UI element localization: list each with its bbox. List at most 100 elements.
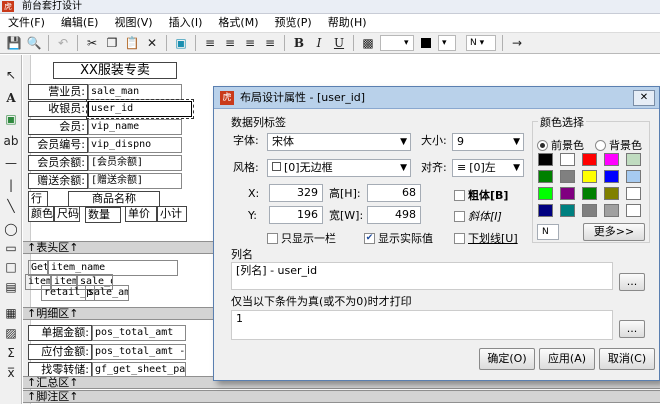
design-row-label[interactable]: 会员编号: (28, 137, 88, 153)
bold-icon[interactable]: B (289, 34, 309, 52)
only-one-column-checkbox[interactable]: 只显示一栏 (267, 230, 336, 246)
design-row-field[interactable]: [会员余额] (88, 155, 182, 171)
menu-view[interactable]: 视图(V) (106, 14, 160, 32)
color-swatch[interactable] (582, 187, 597, 200)
color-swatch[interactable] (626, 153, 641, 166)
ok-button[interactable]: 确定(O) (479, 348, 535, 370)
color-swatch[interactable] (604, 187, 619, 200)
hline-tool-icon[interactable]: — (2, 155, 20, 171)
color-swatch[interactable] (604, 204, 619, 217)
italic-checkbox[interactable]: 斜体[I] (454, 208, 502, 224)
color-swatch[interactable] (560, 170, 575, 183)
print-preview-icon[interactable]: 🔍 (24, 34, 44, 52)
pointer-tool-icon[interactable]: ↖ (2, 67, 20, 83)
design-col-price[interactable]: 单价 (125, 206, 157, 222)
total-field[interactable]: pos_total_amt - (92, 344, 186, 360)
undo-icon[interactable]: ↶ (53, 34, 73, 52)
dialog-titlebar[interactable]: 虎 布局设计属性 - [user_id] ✕ (214, 87, 659, 109)
align-select[interactable]: ≡ [0]左 ▼ (452, 159, 524, 177)
column-name-field[interactable]: [列名] - user_id (231, 262, 613, 290)
font-color-dropdown[interactable]: ▾ (438, 35, 456, 51)
compute-tool-icon[interactable]: x̅ (2, 365, 20, 381)
color-swatch[interactable] (582, 153, 597, 166)
rounded-rect-tool-icon[interactable]: ▭ (2, 240, 20, 256)
style-select[interactable]: [0]无边框 ▼ (267, 159, 411, 177)
color-swatch[interactable] (582, 204, 597, 217)
vline-tool-icon[interactable]: | (2, 177, 20, 193)
design-row-label[interactable]: 会员余额: (28, 155, 88, 171)
total-label[interactable]: 单据金额: (28, 325, 92, 341)
more-colors-button[interactable]: 更多>> (583, 223, 645, 241)
report-tool-icon[interactable]: ▨ (2, 325, 20, 341)
text-tool-icon[interactable]: A (2, 90, 20, 106)
copy-icon[interactable]: ❐ (102, 34, 122, 52)
sum-tool-icon[interactable]: Σ (2, 345, 20, 361)
design-col-row[interactable]: 行 (28, 191, 48, 207)
fill-color-dropdown[interactable]: ▾ (380, 35, 414, 51)
italic-icon[interactable]: I (309, 34, 329, 52)
design-col-size[interactable]: 尺码 (54, 206, 80, 222)
size-dropdown[interactable]: N ▾ (466, 35, 496, 51)
ellipse-tool-icon[interactable]: ◯ (2, 221, 20, 237)
design-col-qty[interactable]: 数量 (85, 207, 121, 223)
color-swatch[interactable] (626, 170, 641, 183)
design-title[interactable]: XX服装专卖 (53, 62, 177, 79)
diagonal-line-tool-icon[interactable]: ╲ (2, 198, 20, 214)
fill-color-icon[interactable]: ▩ (358, 34, 378, 52)
align-center-icon[interactable]: ≡ (220, 34, 240, 52)
select-all-icon[interactable]: ▣ (171, 34, 191, 52)
color-swatch[interactable] (560, 153, 575, 166)
font-select[interactable]: 宋体 ▼ (267, 133, 411, 151)
apply-button[interactable]: 应用(A) (539, 348, 595, 370)
align-right-icon[interactable]: ≡ (240, 34, 260, 52)
background-radio[interactable]: 背景色 (595, 137, 642, 153)
y-input[interactable]: 196 (269, 206, 323, 224)
save-icon[interactable]: 💾 (4, 34, 24, 52)
design-col-color[interactable]: 颜色 (28, 206, 54, 222)
color-swatch[interactable] (560, 187, 575, 200)
menu-insert[interactable]: 插入(I) (161, 14, 211, 32)
design-col-subtotal[interactable]: 小计 (157, 206, 187, 222)
color-swatch[interactable] (538, 170, 553, 183)
design-row-field[interactable]: [赠送余额] (88, 173, 182, 189)
design-row-label[interactable]: 营业员: (28, 84, 88, 100)
design-row-field[interactable]: vip_name (88, 119, 182, 135)
align-left-icon[interactable]: ≡ (200, 34, 220, 52)
exit-icon[interactable]: → (507, 34, 527, 52)
design-row-field-selected[interactable]: user_id (86, 99, 194, 119)
color-swatch[interactable] (626, 204, 641, 217)
delete-icon[interactable]: ✕ (142, 34, 162, 52)
menu-file[interactable]: 文件(F) (0, 14, 53, 32)
menu-format[interactable]: 格式(M) (210, 14, 266, 32)
color-swatch[interactable] (538, 204, 553, 217)
section-footer-band[interactable]: ↑脚注区↑ (23, 390, 660, 403)
design-row-label[interactable]: 会员: (28, 119, 88, 135)
font-color-icon[interactable] (416, 34, 436, 52)
cancel-button[interactable]: 取消(C) (599, 348, 655, 370)
design-col-name[interactable]: 商品名称 (68, 191, 160, 207)
color-swatch[interactable] (538, 187, 553, 200)
design-row-label[interactable]: 赠送余额: (28, 173, 88, 189)
color-swatch[interactable] (560, 204, 575, 217)
height-input[interactable]: 68 (367, 184, 421, 202)
justify-icon[interactable]: ≡ (260, 34, 280, 52)
column-browse-button[interactable]: ... (619, 273, 645, 291)
image-tool-icon[interactable]: ▣ (2, 111, 20, 127)
detail-sale-amt[interactable]: sale_amt (85, 285, 129, 301)
color-swatch[interactable] (626, 187, 641, 200)
width-input[interactable]: 498 (367, 206, 421, 224)
field-tool-icon[interactable]: ab (2, 133, 20, 149)
underline-checkbox[interactable]: 下划线[U] (454, 230, 518, 246)
menu-edit[interactable]: 编辑(E) (53, 14, 107, 32)
color-swatch[interactable] (538, 153, 553, 166)
underline-icon[interactable]: U (329, 34, 349, 52)
x-input[interactable]: 329 (269, 184, 323, 202)
close-icon[interactable]: ✕ (633, 90, 655, 106)
size-select[interactable]: 9 ▼ (452, 133, 524, 151)
menu-help[interactable]: 帮助(H) (320, 14, 375, 32)
barcode-tool-icon[interactable]: ▤ (2, 279, 20, 295)
print-condition-field[interactable]: 1 (231, 310, 613, 340)
design-row-field[interactable]: vip_dispno (88, 137, 182, 153)
bold-checkbox[interactable]: 粗体[B] (454, 187, 508, 203)
design-row-field[interactable]: sale_man (88, 84, 182, 100)
